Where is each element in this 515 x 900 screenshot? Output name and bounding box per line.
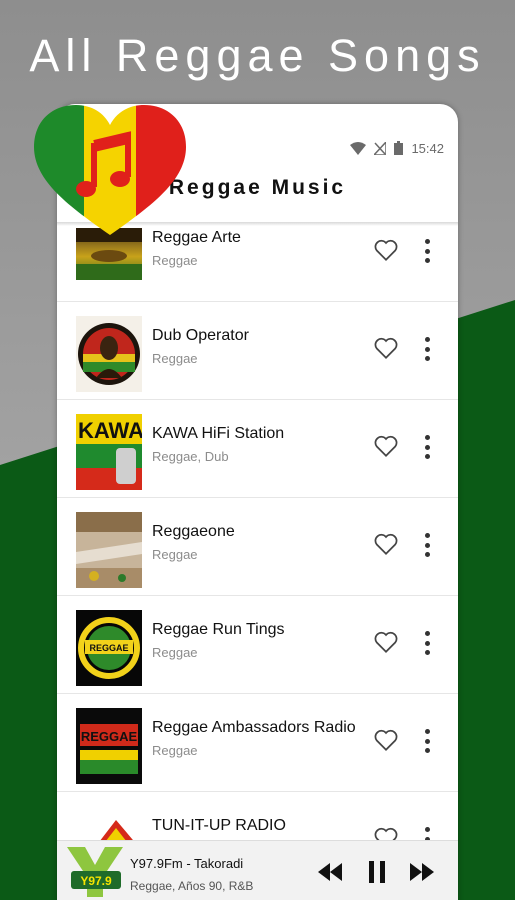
station-row[interactable]: REGGAE Reggae Ambassadors Radio Reggae	[57, 694, 458, 792]
player-station-logo: Y97.9	[67, 847, 123, 897]
svg-text:KAWA: KAWA	[78, 418, 142, 443]
station-row[interactable]: Reggaeone Reggae	[57, 498, 458, 596]
station-thumbnail	[76, 512, 142, 588]
station-name: Reggaeone	[152, 523, 235, 540]
svg-text:Y97.9: Y97.9	[80, 874, 112, 888]
favorite-heart-icon[interactable]	[373, 629, 399, 655]
station-name: KAWA HiFi Station	[152, 425, 285, 442]
svg-text:REGGAE: REGGAE	[81, 729, 138, 744]
station-genre: Reggae	[152, 351, 198, 366]
station-genre: Reggae	[152, 743, 198, 758]
previous-icon[interactable]	[315, 859, 345, 885]
favorite-heart-icon[interactable]	[373, 531, 399, 557]
app-logo-heart	[34, 105, 186, 235]
player-station-name: Y97.9Fm - Takoradi	[130, 856, 244, 871]
station-genre: Reggae	[152, 253, 198, 268]
favorite-heart-icon[interactable]	[373, 237, 399, 263]
station-genre: Reggae	[152, 645, 198, 660]
more-options-icon[interactable]	[419, 726, 435, 756]
station-name: Reggae Ambassadors Radio	[152, 719, 356, 736]
kawa-art: KAWA	[76, 414, 142, 490]
favorite-heart-icon[interactable]	[373, 335, 399, 361]
more-options-icon[interactable]	[419, 334, 435, 364]
station-thumbnail	[76, 316, 142, 392]
svg-text:REGGAE: REGGAE	[89, 643, 128, 653]
pause-icon[interactable]	[362, 859, 392, 885]
favorite-heart-icon[interactable]	[373, 727, 399, 753]
battery-icon	[394, 141, 404, 155]
mini-player[interactable]: Y97.9 Y97.9Fm - Takoradi Reggae, Años 90…	[57, 840, 458, 900]
station-thumbnail: REGGAE	[76, 610, 142, 686]
more-options-icon[interactable]	[419, 628, 435, 658]
station-row[interactable]: Dub Operator Reggae	[57, 302, 458, 400]
promo-title: All Reggae Songs	[29, 30, 486, 81]
station-thumbnail: REGGAE	[76, 708, 142, 784]
status-time: 15:42	[411, 140, 444, 156]
dub-operator-art	[78, 323, 140, 385]
station-genre: Reggae, Dub	[152, 449, 229, 464]
more-options-icon[interactable]	[419, 236, 435, 266]
station-name: Dub Operator	[152, 327, 249, 344]
more-options-icon[interactable]	[419, 530, 435, 560]
run-tings-art: REGGAE	[78, 617, 140, 679]
wifi-icon	[350, 141, 367, 155]
more-options-icon[interactable]	[419, 432, 435, 462]
station-row[interactable]: REGGAE Reggae Run Tings Reggae	[57, 596, 458, 694]
station-genre: Reggae	[152, 547, 198, 562]
no-signal-icon	[374, 141, 387, 155]
reggaeone-art	[76, 512, 142, 588]
station-thumbnail: KAWA	[76, 414, 142, 490]
player-station-genre: Reggae, Años 90, R&B	[130, 879, 254, 893]
favorite-heart-icon[interactable]	[373, 433, 399, 459]
ambassadors-art: REGGAE	[80, 724, 138, 774]
station-row[interactable]: KAWA KAWA HiFi Station Reggae, Dub	[57, 400, 458, 498]
station-name: TUN-IT-UP RADIO	[152, 817, 286, 834]
station-name: Reggae Run Tings	[152, 621, 285, 638]
next-icon[interactable]	[407, 859, 437, 885]
status-bar: 15:42	[350, 138, 444, 158]
